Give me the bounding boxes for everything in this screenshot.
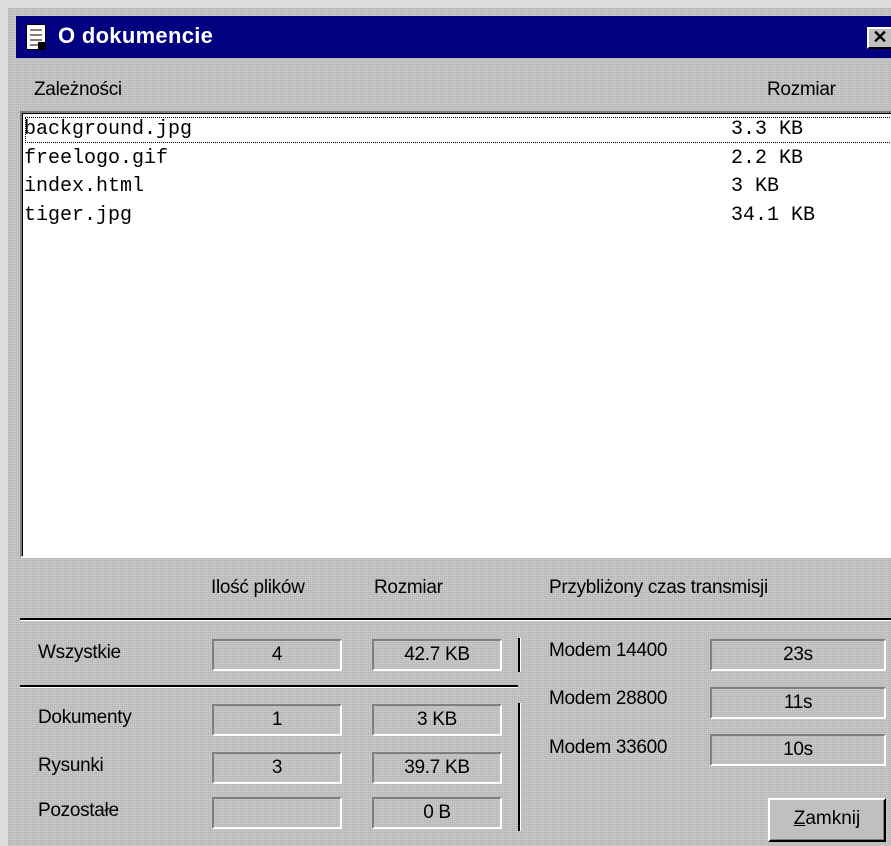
close-icon: ✕ — [872, 27, 888, 47]
all-count: 4 — [212, 639, 342, 671]
list-item[interactable]: background.jpg 3.3 KB — [24, 116, 891, 144]
dependencies-list[interactable]: background.jpg 3.3 KB freelogo.gif 2.2 K… — [20, 111, 891, 558]
documents-label: Dokumenty — [38, 707, 132, 728]
modem-28800-label: Modem 28800 — [549, 688, 668, 709]
all-label: Wszystkie — [38, 642, 121, 663]
file-name: freelogo.gif — [24, 147, 169, 170]
about-document-dialog: O dokumencie ✕ Zależności Rozmiar backgr… — [0, 0, 891, 846]
close-button-label: amknij — [805, 808, 861, 829]
close-button[interactable]: ✕ — [867, 27, 891, 49]
file-name: index.html — [24, 175, 145, 198]
divider — [518, 638, 521, 672]
divider — [518, 703, 521, 831]
title-bar[interactable]: O dokumencie ✕ — [16, 16, 891, 58]
file-name: background.jpg — [24, 118, 193, 141]
divider — [20, 618, 891, 621]
file-size: 34.1 KB — [731, 204, 816, 227]
file-size: 3 KB — [731, 175, 780, 198]
documents-count: 1 — [212, 704, 342, 736]
other-count — [212, 797, 342, 829]
images-count: 3 — [212, 752, 342, 784]
divider — [20, 685, 518, 688]
other-label: Pozostałe — [38, 800, 119, 821]
list-item[interactable]: freelogo.gif 2.2 KB — [24, 145, 891, 173]
transfer-time-header: Przybliżony czas transmisji — [549, 577, 768, 598]
window-title: O dokumencie — [58, 23, 214, 48]
modem-14400-label: Modem 14400 — [549, 640, 668, 661]
close-dialog-button[interactable]: Zamknij — [768, 798, 886, 842]
other-size: 0 B — [372, 797, 502, 829]
images-size: 39.7 KB — [372, 752, 502, 784]
modem-14400-time: 23s — [710, 639, 886, 671]
all-size: 42.7 KB — [372, 639, 502, 671]
column-header-dependencies[interactable]: Zależności — [34, 79, 122, 101]
column-header-size[interactable]: Rozmiar — [767, 79, 836, 101]
documents-size: 3 KB — [372, 704, 502, 736]
close-button-mnemonic: Z — [793, 808, 806, 829]
list-item[interactable]: index.html 3 KB — [24, 173, 891, 201]
modem-33600-label: Modem 33600 — [549, 737, 668, 758]
modem-33600-time: 10s — [710, 734, 886, 766]
file-name: tiger.jpg — [24, 204, 133, 227]
images-label: Rysunki — [38, 755, 104, 776]
file-size: 2.2 KB — [731, 147, 804, 170]
file-size: 3.3 KB — [731, 118, 804, 141]
size-header: Rozmiar — [374, 577, 443, 598]
list-item[interactable]: tiger.jpg 34.1 KB — [24, 202, 891, 230]
file-count-header: Ilość plików — [211, 577, 305, 598]
modem-28800-time: 11s — [710, 687, 886, 719]
document-icon — [26, 24, 46, 50]
